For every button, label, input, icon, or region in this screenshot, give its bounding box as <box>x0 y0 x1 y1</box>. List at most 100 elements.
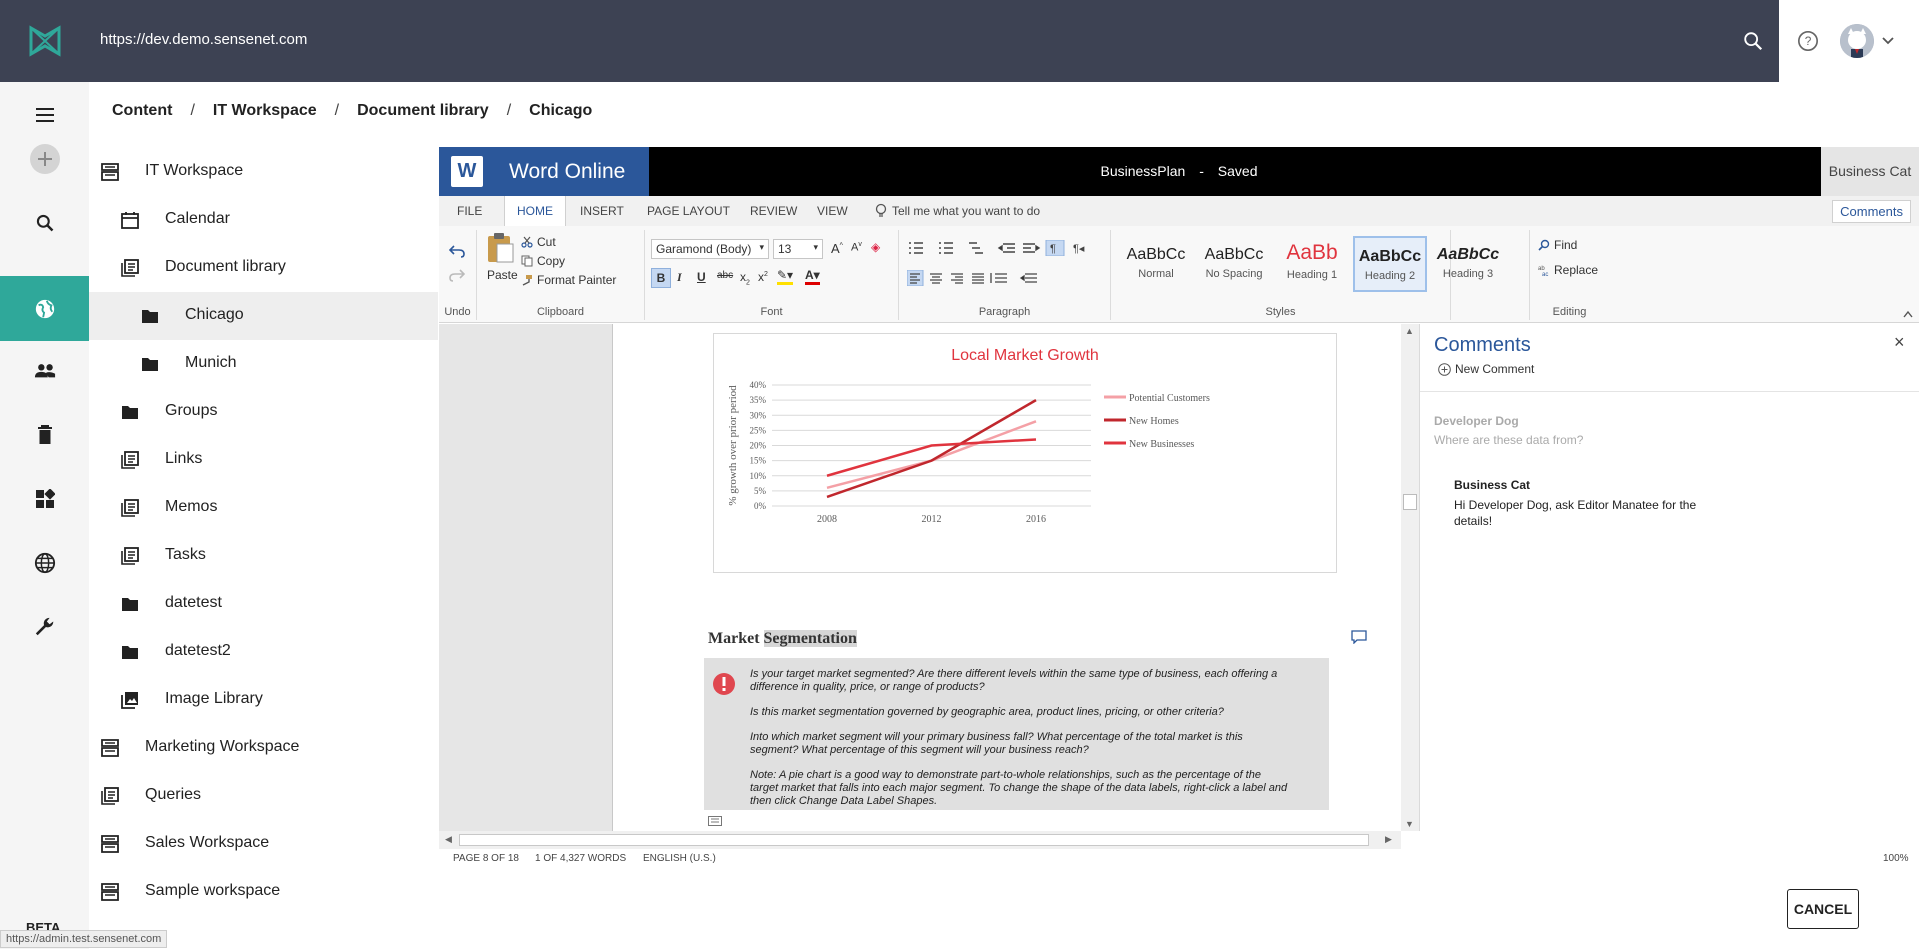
clear-formatting-icon[interactable]: ◈ <box>871 240 880 254</box>
undo-icon[interactable] <box>449 244 465 258</box>
new-comment-button[interactable]: New Comment <box>1438 362 1534 376</box>
copy-button[interactable]: Copy <box>521 254 565 268</box>
breadcrumb-item[interactable]: Content <box>112 102 172 120</box>
tree-item[interactable]: Sales Workspace <box>89 820 438 868</box>
undo-group-label: Undo <box>444 306 471 318</box>
search-icon[interactable] <box>1742 30 1764 52</box>
tab-view[interactable]: VIEW <box>817 196 848 226</box>
highlight-icon[interactable]: ✎▾ <box>777 268 794 285</box>
comment-marker-icon[interactable] <box>1351 630 1367 644</box>
chevron-down-icon[interactable] <box>1881 34 1895 48</box>
tree-item[interactable]: Tasks <box>89 532 438 580</box>
doc-name[interactable]: BusinessPlan <box>1101 163 1186 179</box>
grow-font-icon[interactable]: A^ <box>831 241 843 256</box>
scroll-right-icon[interactable]: ▶ <box>1385 834 1392 845</box>
subscript-button[interactable]: x2 <box>740 270 750 286</box>
font-size-select[interactable]: 13 ▾ <box>773 239 823 259</box>
breadcrumb-item[interactable]: Chicago <box>529 102 592 120</box>
comments-button[interactable]: Comments <box>1832 200 1911 223</box>
comment-text[interactable]: Where are these data from? <box>1434 433 1583 447</box>
scroll-left-icon[interactable]: ◀ <box>445 834 452 845</box>
scrollbar-thumb[interactable] <box>1403 494 1417 510</box>
scroll-up-icon[interactable]: ▲ <box>1405 326 1414 336</box>
font-name-select[interactable]: Garamond (Body) ▾ <box>651 239 769 259</box>
comment-text[interactable]: Hi Developer Dog, ask Editor Manatee for… <box>1454 497 1706 529</box>
word-count[interactable]: 1 OF 4,327 WORDS <box>535 853 626 864</box>
scrollbar-thumb[interactable] <box>459 834 1369 846</box>
cut-button[interactable]: Cut <box>521 235 556 249</box>
dashboard-icon[interactable] <box>0 466 89 531</box>
strikethrough-button[interactable]: abc <box>717 270 733 281</box>
language-indicator[interactable]: ENGLISH (U.S.) <box>643 853 716 864</box>
list-indent-icons[interactable]: ¶ ¶◂ <box>907 240 1107 256</box>
superscript-button[interactable]: x2 <box>758 270 768 284</box>
tree-item[interactable]: Munich <box>89 340 438 388</box>
users-icon[interactable] <box>0 338 89 403</box>
add-icon[interactable] <box>0 126 89 191</box>
font-color-icon[interactable]: A▾ <box>805 268 820 285</box>
info-icon <box>713 673 735 695</box>
paste-button[interactable]: Paste <box>485 232 519 290</box>
cancel-button[interactable]: CANCEL <box>1787 889 1859 929</box>
language-icon[interactable] <box>0 530 89 595</box>
scroll-down-icon[interactable]: ▼ <box>1405 819 1414 829</box>
tab-file[interactable]: FILE <box>457 196 482 226</box>
zoom-level[interactable]: 100% <box>1883 853 1909 864</box>
document-page[interactable]: Local Market Growth 0% 5% 10% 15% 20% 25% 30% 35… <box>612 324 1428 831</box>
tree-item[interactable]: Memos <box>89 484 438 532</box>
style-heading-2[interactable]: AaBbCc Heading 2 <box>1353 236 1427 292</box>
paste-options-icon[interactable] <box>708 816 722 826</box>
tab-insert[interactable]: INSERT <box>580 196 624 226</box>
tree-item[interactable]: Queries <box>89 772 438 820</box>
replace-button[interactable]: ab ac Replace <box>1538 263 1598 277</box>
tab-page-layout[interactable]: PAGE LAYOUT <box>647 196 730 226</box>
collapse-ribbon-icon[interactable] <box>1903 310 1913 318</box>
tell-me-box[interactable]: Tell me what you want to do <box>875 196 1040 226</box>
tab-home[interactable]: HOME <box>504 196 566 226</box>
word-user[interactable]: Business Cat <box>1821 147 1919 196</box>
find-button[interactable]: Find <box>1538 238 1577 252</box>
styles-group-label: Styles <box>1265 306 1296 318</box>
user-avatar[interactable] <box>1840 24 1874 58</box>
user-menu[interactable]: ? <box>1779 0 1919 82</box>
tree-item[interactable]: datetest2 <box>89 628 438 676</box>
chart[interactable]: Local Market Growth 0% 5% 10% 15% 20% 25% 30% 35… <box>713 333 1337 573</box>
globe-icon[interactable] <box>0 276 89 341</box>
style-heading-3-box[interactable]: AaBbCc Heading 3 <box>1431 236 1505 292</box>
vertical-scrollbar[interactable]: ▲ ▼ <box>1401 324 1419 831</box>
tree-item[interactable]: Marketing Workspace <box>89 724 438 772</box>
tree-item[interactable]: IT Workspace <box>89 148 438 196</box>
bold-button[interactable]: B <box>651 268 671 288</box>
italic-button[interactable]: I <box>677 270 682 285</box>
breadcrumb-item[interactable]: Document library <box>357 102 489 120</box>
horizontal-scrollbar[interactable]: ◀ ▶ <box>439 831 1401 849</box>
page-count[interactable]: PAGE 8 OF 18 <box>453 853 519 864</box>
section-heading[interactable]: Market Segmentation <box>708 630 857 648</box>
shrink-font-icon[interactable]: Av <box>851 241 862 254</box>
wrench-icon[interactable] <box>0 594 89 659</box>
style-normal[interactable]: AaBbCc Normal <box>1119 236 1193 292</box>
underline-button[interactable]: U <box>697 270 706 284</box>
tree-item[interactable]: Image Library <box>89 676 438 724</box>
word-brand[interactable]: W Word Online <box>439 147 649 196</box>
help-icon[interactable]: ? <box>1797 30 1819 52</box>
breadcrumb-item[interactable]: IT Workspace <box>213 102 317 120</box>
style-no-spacing[interactable]: AaBbCc No Spacing <box>1197 236 1271 292</box>
tree-item[interactable]: Groups <box>89 388 438 436</box>
close-icon[interactable]: × <box>1894 332 1905 353</box>
tree-item[interactable]: Sample workspace <box>89 868 438 916</box>
format-painter-button[interactable]: Format Painter <box>521 273 616 287</box>
site-url[interactable]: https://dev.demo.sensenet.com <box>100 31 307 48</box>
trash-icon[interactable] <box>0 402 89 467</box>
sensenet-logo[interactable] <box>28 24 62 58</box>
tree-item[interactable]: Calendar <box>89 196 438 244</box>
redo-icon[interactable] <box>449 268 465 282</box>
tree-item[interactable]: datetest <box>89 580 438 628</box>
tree-item[interactable]: Document library <box>89 244 438 292</box>
style-heading-1[interactable]: AaBb Heading 1 <box>1275 236 1349 292</box>
alignment-icons[interactable] <box>907 270 1067 286</box>
tab-review[interactable]: REVIEW <box>750 196 797 226</box>
tree-item[interactable]: Chicago <box>89 292 438 340</box>
tree-item[interactable]: Links <box>89 436 438 484</box>
search-icon[interactable] <box>0 190 89 255</box>
